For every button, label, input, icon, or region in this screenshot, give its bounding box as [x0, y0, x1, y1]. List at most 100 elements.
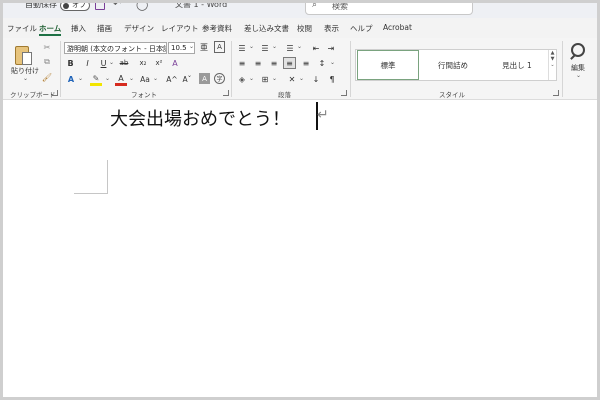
styles-launcher-icon[interactable] [553, 90, 559, 96]
strikethrough-button[interactable]: ab [117, 57, 131, 69]
increase-indent-icon[interactable]: ⇥ [325, 42, 337, 54]
paste-dropdown-icon[interactable]: ⌄ [23, 75, 28, 82]
tab-mailings[interactable]: 差し込み文書 [244, 23, 289, 34]
group-separator [350, 41, 351, 97]
distributed-icon[interactable]: ≡ [300, 57, 312, 69]
phonetic-guide-icon[interactable]: 亜 [199, 41, 209, 53]
char-shading-button[interactable]: A [199, 73, 210, 84]
clipboard-sheet [22, 52, 32, 65]
font-name-dropdown-icon[interactable]: ⌄ [160, 43, 165, 50]
numbering-icon[interactable]: ☰ [259, 42, 271, 54]
char-border-icon[interactable]: A [214, 41, 225, 53]
enclose-char-button[interactable]: 字 [214, 73, 225, 84]
format-painter-icon[interactable]: 🖌 [42, 72, 52, 82]
font-size-dropdown-icon[interactable]: ⌄ [189, 43, 194, 50]
font-group-label: フォント [131, 91, 157, 99]
change-case-button[interactable]: Aa [138, 73, 152, 85]
clear-formatting-icon[interactable]: A [169, 57, 181, 69]
multilevel-list-icon[interactable]: ☰ [284, 42, 296, 54]
document-text[interactable]: 大会出場おめでとう！ [110, 105, 290, 131]
title-bar: 自動保存 オフ ↶ ◯ 文書 1 - Word ⌕ 検索 [3, 3, 597, 18]
grow-font-button[interactable]: A^ [166, 73, 178, 85]
autosave-state: オフ [72, 1, 86, 9]
group-separator [231, 41, 232, 97]
asian-layout-icon[interactable]: ✕ [286, 73, 298, 85]
save-icon[interactable] [95, 3, 105, 10]
style-heading-1[interactable]: 見出し 1 [486, 50, 548, 80]
group-separator [562, 41, 563, 97]
tab-references[interactable]: 参考資料 [202, 23, 232, 34]
bullets-dropdown-icon[interactable]: ⌄ [249, 43, 254, 50]
borders-icon[interactable]: ⊞ [259, 73, 271, 85]
superscript-button[interactable]: x² [153, 57, 165, 69]
tab-file[interactable]: ファイル [7, 23, 37, 34]
align-left-icon[interactable]: ≡ [236, 57, 248, 69]
editing-dropdown-icon[interactable]: ⌄ [576, 72, 581, 79]
style-no-spacing[interactable]: 行間詰め [422, 50, 484, 80]
line-spacing-dropdown-icon[interactable]: ⌄ [330, 59, 335, 66]
tab-help[interactable]: ヘルプ [350, 23, 373, 34]
document-title: 文書 1 - Word [175, 0, 228, 9]
text-effects-icon[interactable]: A [65, 73, 77, 85]
highlight-color-bar [90, 83, 102, 86]
shading-icon[interactable]: ◈ [236, 73, 248, 85]
cut-icon[interactable]: ✂ [42, 42, 52, 52]
search-box[interactable]: ⌕ 検索 [305, 2, 473, 15]
tab-insert[interactable]: 挿入 [71, 23, 86, 34]
tab-view[interactable]: 表示 [324, 23, 339, 34]
tab-review[interactable]: 校閲 [297, 23, 312, 34]
subscript-button[interactable]: x₂ [137, 57, 149, 69]
redo-icon[interactable]: ◯ [136, 3, 148, 11]
group-separator [60, 41, 61, 97]
font-launcher-icon[interactable] [223, 90, 229, 96]
justify-icon[interactable]: ≡ [283, 57, 296, 69]
highlight-dropdown-icon[interactable]: ⌄ [105, 75, 110, 82]
change-case-dropdown-icon[interactable]: ⌄ [153, 75, 158, 82]
word-window: 自動保存 オフ ↶ ◯ 文書 1 - Word ⌕ 検索 ファイル ホーム 挿入… [0, 0, 600, 400]
search-placeholder: 検索 [332, 2, 348, 11]
font-color-bar [115, 83, 127, 86]
decrease-indent-icon[interactable]: ⇤ [310, 42, 322, 54]
copy-icon[interactable]: ⧉ [42, 57, 52, 67]
underline-button[interactable]: U [98, 57, 109, 69]
tab-home[interactable]: ホーム [39, 23, 62, 36]
sort-icon[interactable]: ↓ [310, 73, 322, 85]
italic-button[interactable]: I [82, 57, 93, 69]
clipboard-group-label: クリップボード [10, 91, 56, 99]
multilevel-dropdown-icon[interactable]: ⌄ [297, 43, 302, 50]
find-icon[interactable] [571, 43, 585, 57]
paragraph-group-label: 段落 [278, 91, 291, 99]
asian-layout-dropdown-icon[interactable]: ⌄ [299, 75, 304, 82]
document-canvas[interactable] [3, 100, 597, 397]
tab-acrobat[interactable]: Acrobat [383, 23, 412, 32]
clipboard-launcher-icon[interactable] [52, 90, 58, 96]
undo-icon[interactable]: ↶ [113, 3, 121, 10]
bold-button[interactable]: B [65, 57, 76, 69]
tab-draw[interactable]: 描画 [97, 23, 112, 34]
paragraph-launcher-icon[interactable] [341, 90, 347, 96]
text-effects-dropdown-icon[interactable]: ⌄ [78, 75, 83, 82]
show-marks-icon[interactable]: ¶ [326, 73, 338, 85]
margin-corner-mark [74, 193, 108, 194]
ribbon-tabs: ファイル ホーム 挿入 描画 デザイン レイアウト 参考資料 差し込み文書 校閲… [3, 18, 597, 38]
align-center-icon[interactable]: ≡ [252, 57, 264, 69]
paragraph-mark-icon: ↵ [317, 107, 329, 123]
bullets-icon[interactable]: ☰ [236, 42, 248, 54]
styles-scrollbar[interactable]: ▲ ▼ ⌄ [548, 50, 556, 80]
align-right-icon[interactable]: ≡ [268, 57, 280, 69]
tab-layout[interactable]: レイアウト [161, 23, 199, 34]
style-normal[interactable]: 標準 [357, 50, 419, 80]
font-color-dropdown-icon[interactable]: ⌄ [129, 75, 134, 82]
line-spacing-icon[interactable]: ↕ [316, 57, 328, 69]
tab-design[interactable]: デザイン [124, 23, 154, 34]
autosave-toggle[interactable]: オフ [60, 1, 90, 11]
borders-dropdown-icon[interactable]: ⌄ [272, 75, 277, 82]
paste-icon[interactable] [15, 44, 32, 66]
font-name-select[interactable]: 游明朝 (本文のフォント - 日本語 [64, 42, 167, 54]
autosave-label: 自動保存 [25, 0, 57, 9]
shrink-font-button[interactable]: Aˇ [181, 73, 193, 85]
numbering-dropdown-icon[interactable]: ⌄ [272, 43, 277, 50]
shading-dropdown-icon[interactable]: ⌄ [249, 75, 254, 82]
underline-dropdown-icon[interactable]: ⌄ [109, 59, 114, 66]
margin-corner-mark [107, 160, 108, 194]
